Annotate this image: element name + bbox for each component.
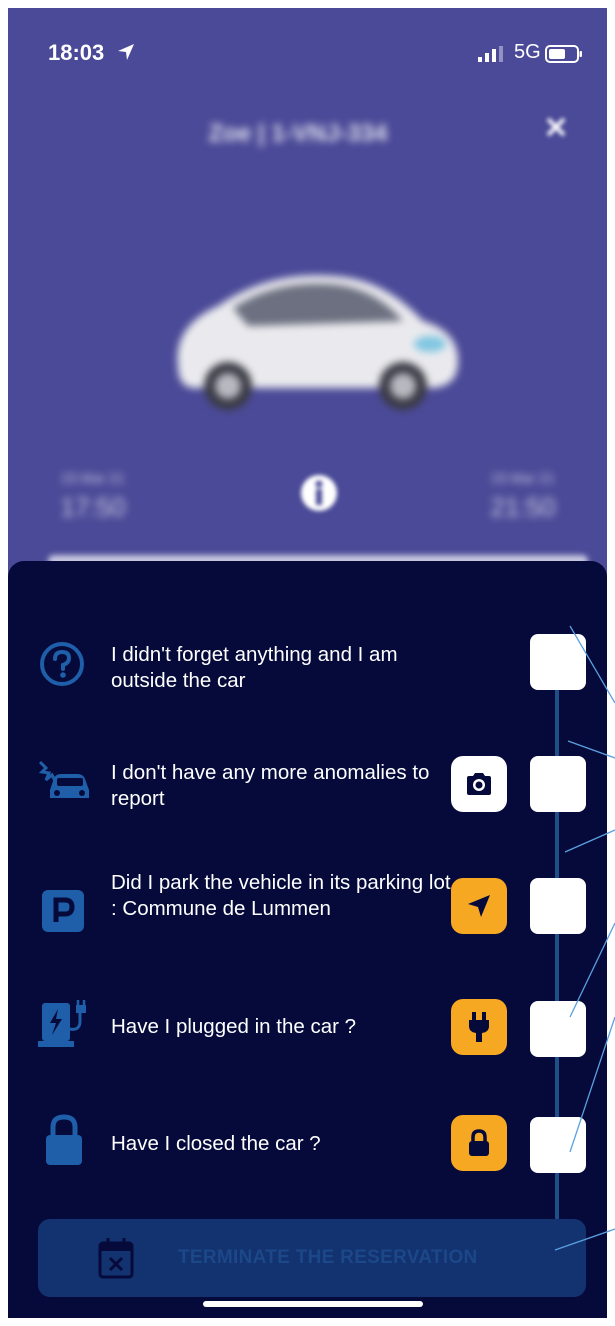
end-date: 23 Mar 21 <box>491 470 555 486</box>
checklist-item-outside-car: I didn't forget anything and I am outsid… <box>8 626 607 726</box>
info-icon[interactable] <box>300 474 338 512</box>
checklist-item-label: I didn't forget anything and I am outsid… <box>111 643 398 692</box>
checklist-item-label: Have I closed the car ? <box>111 1132 321 1155</box>
navigation-icon <box>468 895 490 917</box>
car-crash-icon <box>38 760 89 798</box>
network-type: 5G <box>514 41 541 63</box>
terminate-label: TERMINATE THE RESERVATION <box>178 1247 478 1268</box>
checkbox-plugged[interactable] <box>530 1001 586 1057</box>
checklist-item-parking: Did I park the vehicle in its parking lo… <box>8 868 607 968</box>
checklist-item-label: I don't have any more anomalies to repor… <box>111 761 430 810</box>
status-time: 18:03 <box>48 40 105 65</box>
checkbox-outside-car[interactable] <box>530 634 586 690</box>
start-time: 17:50 <box>60 492 126 522</box>
question-icon <box>40 642 84 686</box>
checkbox-parking[interactable] <box>530 878 586 934</box>
navigate-to-parking-button[interactable] <box>451 878 507 934</box>
terminate-reservation-button[interactable]: TERMINATE THE RESERVATION <box>38 1219 586 1297</box>
signal-icon <box>478 46 503 62</box>
charging-station-icon <box>38 1000 86 1047</box>
car-image <box>177 275 458 410</box>
end-time: 21:50 <box>490 492 556 522</box>
checkbox-anomalies[interactable] <box>530 756 586 812</box>
camera-icon <box>467 773 491 795</box>
reservation-start: 23 Mar 21 17:50 <box>38 470 148 523</box>
battery-icon <box>545 45 582 63</box>
home-indicator <box>203 1301 423 1307</box>
page-title: Zoe | 1-VNJ-334 <box>208 120 388 147</box>
report-anomaly-button[interactable] <box>451 756 507 812</box>
checklist-item-anomalies: I don't have any more anomalies to repor… <box>8 744 607 844</box>
parking-icon <box>42 890 84 932</box>
plug-info-button[interactable] <box>451 999 507 1055</box>
phone-screen: 18:03 5G Zoe | 1-VNJ-334 23 Mar 21 17:50… <box>8 8 607 1318</box>
return-checklist-sheet: I didn't forget anything and I am outsid… <box>8 561 607 1318</box>
location-arrow-icon <box>118 44 134 60</box>
close-icon[interactable] <box>545 116 567 138</box>
checklist-item-plugged: Have I plugged in the car ? <box>8 989 607 1089</box>
checklist-item-label: Did I park the vehicle in its parking lo… <box>111 871 451 920</box>
lock-icon <box>46 1114 82 1165</box>
checklist-item-closed: Have I closed the car ? <box>8 1109 607 1209</box>
checkbox-closed[interactable] <box>530 1117 586 1173</box>
start-date: 23 Mar 21 <box>61 470 125 486</box>
reservation-end: 23 Mar 21 21:50 <box>468 470 578 523</box>
plug-icon <box>469 1012 489 1042</box>
lock-icon <box>469 1129 489 1156</box>
checklist-item-label: Have I plugged in the car ? <box>111 1015 357 1038</box>
lock-car-button[interactable] <box>451 1115 507 1171</box>
calendar-x-icon <box>98 1238 134 1279</box>
status-bar: 18:03 5G <box>8 8 607 88</box>
